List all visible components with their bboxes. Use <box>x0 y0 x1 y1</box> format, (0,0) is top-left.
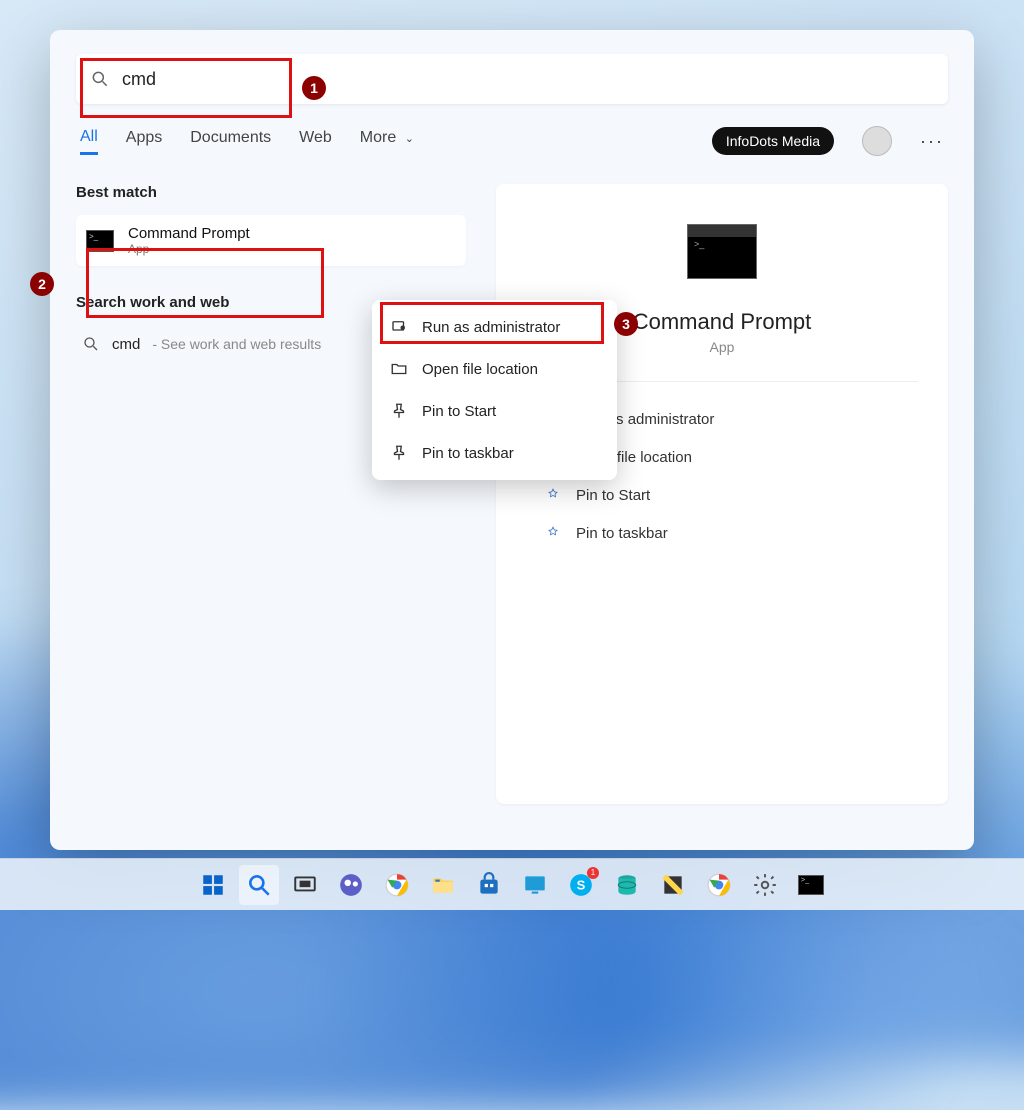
ctx-pin-taskbar-label: Pin to taskbar <box>422 445 514 462</box>
pin-icon <box>390 402 408 420</box>
shield-icon <box>390 318 408 336</box>
more-options-button[interactable]: ··· <box>920 131 944 152</box>
tab-documents[interactable]: Documents <box>190 129 271 153</box>
tab-apps[interactable]: Apps <box>126 129 162 153</box>
results-column: Best match Command Prompt App Search wor… <box>76 184 466 826</box>
taskbar-monitor-button[interactable] <box>515 865 555 905</box>
pin-icon <box>390 444 408 462</box>
search-box[interactable] <box>76 54 948 104</box>
tab-more[interactable]: More ⌄ <box>360 129 414 153</box>
taskbar: S 1 >_ <box>0 858 1024 910</box>
ctx-pin-start[interactable]: Pin to Start <box>372 390 617 432</box>
taskbar-store-button[interactable] <box>469 865 509 905</box>
taskbar-teams-button[interactable] <box>331 865 371 905</box>
svg-text:S: S <box>577 877 586 892</box>
user-chip[interactable]: InfoDots Media <box>712 127 834 155</box>
result-title: Command Prompt <box>128 225 250 242</box>
search-icon <box>90 69 110 89</box>
ctx-run-admin[interactable]: Run as administrator <box>372 306 617 348</box>
folder-icon <box>390 360 408 378</box>
tabs-row: All Apps Documents Web More ⌄ InfoDots M… <box>76 126 948 156</box>
detail-pane: Command Prompt App Run as administrator <box>496 184 948 804</box>
taskbar-taskview-button[interactable] <box>285 865 325 905</box>
detail-column: Command Prompt App Run as administrator <box>466 184 948 826</box>
skype-badge: 1 <box>587 867 599 879</box>
search-web-hint: - See work and web results <box>152 336 321 352</box>
taskbar-search-button[interactable] <box>239 865 279 905</box>
result-texts: Command Prompt App <box>128 225 250 256</box>
search-input[interactable] <box>122 69 934 90</box>
ctx-pin-taskbar[interactable]: Pin to taskbar <box>372 432 617 474</box>
ctx-open-location-label: Open file location <box>422 361 538 378</box>
detail-pin-start-label: Pin to Start <box>576 487 650 504</box>
pin-icon <box>544 486 562 504</box>
taskbar-settings-button[interactable] <box>745 865 785 905</box>
taskbar-skype-button[interactable]: S 1 <box>561 865 601 905</box>
tab-web[interactable]: Web <box>299 129 332 153</box>
ctx-pin-start-label: Pin to Start <box>422 403 496 420</box>
taskbar-chrome2-button[interactable] <box>699 865 739 905</box>
ctx-run-admin-label: Run as administrator <box>422 319 560 336</box>
search-web-term: cmd <box>112 336 140 353</box>
cmd-icon <box>687 224 757 279</box>
taskbar-explorer-button[interactable] <box>423 865 463 905</box>
taskbar-notes-button[interactable] <box>653 865 693 905</box>
taskbar-cmd-button[interactable]: >_ <box>791 865 831 905</box>
tab-all[interactable]: All <box>80 128 98 155</box>
avatar[interactable] <box>862 126 892 156</box>
chevron-down-icon: ⌄ <box>405 133 414 145</box>
tab-more-label: More <box>360 129 396 146</box>
cmd-icon <box>86 230 114 252</box>
result-subtitle: App <box>128 242 250 256</box>
best-match-label: Best match <box>76 184 466 201</box>
ctx-open-location[interactable]: Open file location <box>372 348 617 390</box>
detail-pin-taskbar[interactable]: Pin to taskbar <box>540 514 904 552</box>
result-command-prompt[interactable]: Command Prompt App <box>76 215 466 266</box>
taskbar-database-button[interactable] <box>607 865 647 905</box>
detail-pin-taskbar-label: Pin to taskbar <box>576 525 668 542</box>
taskbar-chrome-button[interactable] <box>377 865 417 905</box>
search-icon <box>82 335 100 353</box>
context-menu: Run as administrator Open file location … <box>372 300 617 480</box>
detail-pin-start[interactable]: Pin to Start <box>540 476 904 514</box>
pin-icon <box>544 524 562 542</box>
taskbar-start-button[interactable] <box>193 865 233 905</box>
